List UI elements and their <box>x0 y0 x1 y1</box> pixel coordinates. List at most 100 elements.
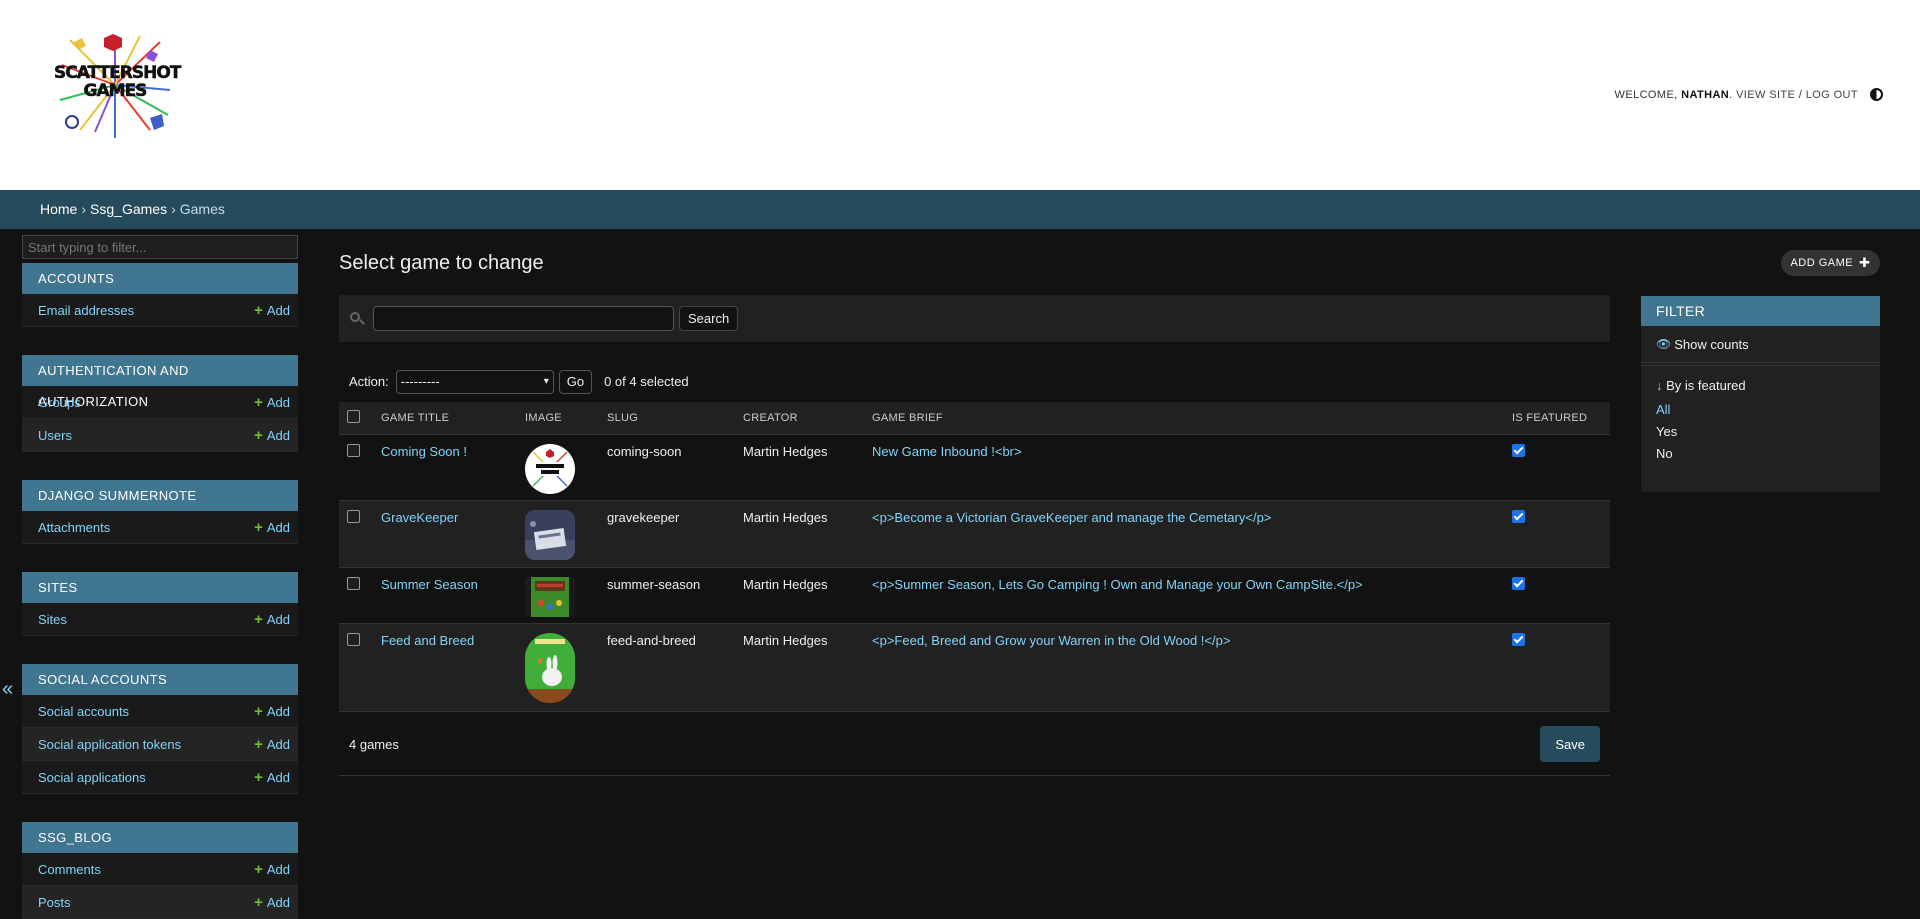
table-row: Summer Season summer-season Martin Hedge… <box>339 567 1610 624</box>
plus-icon: + <box>254 426 263 444</box>
plus-icon: ✚ <box>1859 255 1871 270</box>
sidebar-link[interactable]: Users <box>38 428 72 443</box>
add-link[interactable]: + Add <box>254 894 290 911</box>
add-label: Add <box>266 427 290 443</box>
sidebar-item-comments: Comments + Add <box>22 853 298 886</box>
view-site-link[interactable]: View site <box>1736 89 1795 101</box>
filter-option-yes[interactable]: Yes <box>1656 424 1677 439</box>
filter-by-featured[interactable]: ↓ By is featured <box>1641 365 1880 399</box>
game-title-link[interactable]: GraveKeeper <box>381 510 458 525</box>
row-select-checkbox[interactable] <box>347 443 360 457</box>
col-game-brief[interactable]: Game brief <box>864 402 1504 435</box>
select-all-checkbox[interactable] <box>347 409 360 423</box>
add-label: Add <box>266 894 290 910</box>
add-link[interactable]: + Add <box>254 703 290 720</box>
site-header: SCATTERSHOT GAMES Welcome, Nathan. View … <box>0 0 1920 190</box>
row-select-checkbox[interactable] <box>347 576 360 590</box>
add-link[interactable]: + Add <box>254 302 290 319</box>
plus-icon: + <box>254 610 263 628</box>
game-slug: coming-soon <box>599 434 735 501</box>
sidebar-item-social-applications: Social applications + Add <box>22 761 298 794</box>
filter-options: All Yes No <box>1641 399 1880 465</box>
show-counts-link[interactable]: 👁 Show counts <box>1641 326 1880 363</box>
add-game-button[interactable]: Add Game ✚ <box>1781 250 1880 276</box>
col-creator[interactable]: Creator <box>735 402 864 435</box>
game-title-link[interactable]: Feed and Breed <box>381 633 474 648</box>
is-featured-checkbox[interactable] <box>1512 576 1525 590</box>
game-brief: <p>Feed, Breed and Grow your Warren in t… <box>872 632 1231 648</box>
search-button[interactable]: Search <box>679 306 739 331</box>
module-header[interactable]: Django Summernote <box>22 480 298 511</box>
sidebar-link[interactable]: Posts <box>38 895 71 910</box>
sidebar-link[interactable]: Social applications <box>38 770 146 785</box>
sidebar-collapse-icon[interactable]: « <box>2 678 13 701</box>
is-featured-checkbox[interactable] <box>1512 632 1525 646</box>
game-title-link[interactable]: Coming Soon ! <box>381 444 467 459</box>
module-header[interactable]: Social Accounts <box>22 664 298 695</box>
plus-icon: + <box>254 893 263 911</box>
row-select-checkbox[interactable] <box>347 632 360 646</box>
add-link[interactable]: + Add <box>254 769 290 786</box>
table-row: Coming Soon ! coming-soon Martin Hedges … <box>339 434 1610 501</box>
table-header-row: Game title Image Slug Creator Game brief… <box>339 402 1610 435</box>
sidebar-item-social-application-tokens: Social application tokens + Add <box>22 728 298 761</box>
search-input[interactable] <box>373 306 674 331</box>
breadcrumb-home[interactable]: Home <box>40 201 77 217</box>
plus-icon: + <box>254 393 263 411</box>
action-label: Action: <box>349 374 389 389</box>
sidebar-item-attachments: Attachments + Add <box>22 511 298 544</box>
col-is-featured[interactable]: Is featured <box>1504 402 1610 435</box>
sidebar-link[interactable]: Attachments <box>38 520 110 535</box>
filter-option-no[interactable]: No <box>1656 446 1673 461</box>
sidebar-item-posts: Posts + Add <box>22 886 298 919</box>
add-link[interactable]: + Add <box>254 394 290 411</box>
sidebar-link[interactable]: Sites <box>38 612 67 627</box>
is-featured-checkbox[interactable] <box>1512 509 1525 523</box>
save-button[interactable]: Save <box>1540 726 1600 762</box>
game-brief: <p>Summer Season, Lets Go Camping ! Own … <box>872 576 1363 592</box>
action-select[interactable]: --------- ▾ <box>395 369 554 394</box>
plus-icon: + <box>254 702 263 720</box>
col-game-title[interactable]: Game title <box>373 402 517 435</box>
module-header[interactable]: Sites <box>22 572 298 603</box>
go-button[interactable]: Go <box>558 369 593 394</box>
site-logo[interactable]: SCATTERSHOT GAMES <box>50 30 182 140</box>
module-header[interactable]: Ssg_Blog <box>22 822 298 853</box>
sidebar-link[interactable]: Groups <box>38 395 81 410</box>
plus-icon: + <box>254 860 263 878</box>
add-link[interactable]: + Add <box>254 611 290 628</box>
col-image[interactable]: Image <box>517 402 599 435</box>
sidebar-link[interactable]: Comments <box>38 862 101 877</box>
game-image-coming-soon <box>525 443 575 494</box>
log-out-link[interactable]: Log out <box>1806 89 1858 101</box>
user-tools-separator: / <box>1798 88 1803 101</box>
filter-title: Filter <box>1641 296 1880 326</box>
logo-line-2: GAMES <box>83 81 147 101</box>
search-toolbar: Search <box>339 295 1610 342</box>
user-tools: Welcome, Nathan. View site / Log out <box>1615 88 1883 101</box>
select-all-header <box>339 402 373 435</box>
row-select-checkbox[interactable] <box>347 509 360 523</box>
sidebar-link[interactable]: Email addresses <box>38 303 134 318</box>
add-link[interactable]: + Add <box>254 427 290 444</box>
plus-icon: + <box>254 518 263 536</box>
username: Nathan <box>1681 88 1730 101</box>
sidebar-link[interactable]: Social accounts <box>38 704 129 719</box>
module-header[interactable]: Accounts <box>22 263 298 294</box>
add-link[interactable]: + Add <box>254 861 290 878</box>
theme-toggle-icon[interactable] <box>1870 88 1883 101</box>
game-image-gravekeeper <box>525 509 575 560</box>
nav-filter-input[interactable] <box>22 235 298 259</box>
is-featured-checkbox[interactable] <box>1512 443 1525 457</box>
add-link[interactable]: + Add <box>254 736 290 753</box>
add-link[interactable]: + Add <box>254 519 290 536</box>
game-brief: New Game Inbound !<br> <box>872 443 1022 459</box>
breadcrumb-current: Games <box>179 201 225 217</box>
sidebar-link[interactable]: Social application tokens <box>38 737 181 752</box>
module-header[interactable]: Authentication and Authorization <box>22 355 298 409</box>
breadcrumb-app[interactable]: Ssg_Games <box>90 201 167 217</box>
add-label: Add <box>266 861 290 877</box>
game-title-link[interactable]: Summer Season <box>381 577 478 592</box>
col-slug[interactable]: Slug <box>599 402 735 435</box>
filter-option-all[interactable]: All <box>1656 402 1670 417</box>
